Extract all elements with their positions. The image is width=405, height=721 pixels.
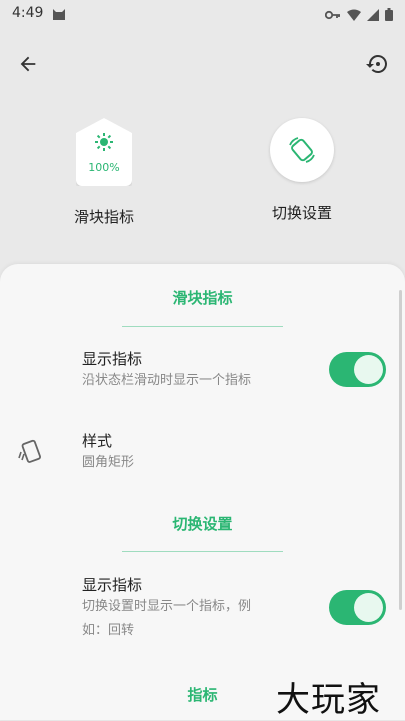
slider-indicator-option[interactable]: 100% 滑块指标 <box>58 118 150 227</box>
switch-settings-label: 切换设置 <box>271 204 332 222</box>
scrollbar[interactable] <box>399 290 402 610</box>
row-subtitle-cont: 如：回转 <box>82 623 135 638</box>
section-title-switch: 切换设置 <box>172 515 233 533</box>
show-indicator-row-slider[interactable]: 显示指标 沿状态栏滑动时显示一个指标 <box>82 348 322 393</box>
toggle-knob <box>354 593 383 622</box>
row-title: 样式 <box>82 432 113 450</box>
row-title: 显示指标 <box>82 350 143 368</box>
slider-indicator-preview: 100% <box>76 118 132 186</box>
settings-sheet <box>0 264 405 720</box>
cat-notification-icon <box>52 6 66 25</box>
key-icon <box>324 6 341 25</box>
restore-button[interactable] <box>363 50 391 78</box>
watermark: 大玩家 <box>276 680 381 720</box>
restore-icon <box>366 55 387 73</box>
signal-icon <box>367 6 379 25</box>
status-icons <box>324 6 393 25</box>
back-button[interactable] <box>14 50 42 78</box>
section-title-slider: 滑块指标 <box>172 289 233 307</box>
show-indicator-toggle-switch[interactable] <box>329 590 386 625</box>
row-subtitle: 切换设置时显示一个指标，例 <box>82 599 252 614</box>
battery-icon <box>385 6 393 25</box>
status-time: 4:49 <box>12 5 44 21</box>
switch-settings-preview <box>270 118 334 182</box>
rounded-rect-style-icon <box>16 438 44 470</box>
row-title: 显示指标 <box>82 576 143 594</box>
toggle-knob <box>354 355 383 384</box>
brightness-icon <box>94 132 114 156</box>
toolbar <box>0 40 405 86</box>
status-bar: 4:49 <box>0 0 405 28</box>
screen-rotation-icon <box>289 137 315 163</box>
slider-indicator-label: 滑块指标 <box>73 208 134 226</box>
slider-percent: 100% <box>88 161 120 174</box>
section-divider <box>122 551 283 552</box>
wifi-icon <box>347 6 361 25</box>
row-subtitle: 沿状态栏滑动时显示一个指标 <box>82 373 252 388</box>
style-row[interactable]: 样式 圆角矩形 <box>82 430 322 475</box>
show-indicator-toggle-slider[interactable] <box>329 352 386 387</box>
row-subtitle: 圆角矩形 <box>82 455 135 470</box>
section-divider <box>122 326 283 327</box>
show-indicator-row-switch[interactable]: 显示指标 切换设置时显示一个指标，例 如：回转 <box>82 574 322 643</box>
switch-settings-option[interactable]: 切换设置 <box>252 118 352 223</box>
arrow-left-icon <box>20 56 36 72</box>
